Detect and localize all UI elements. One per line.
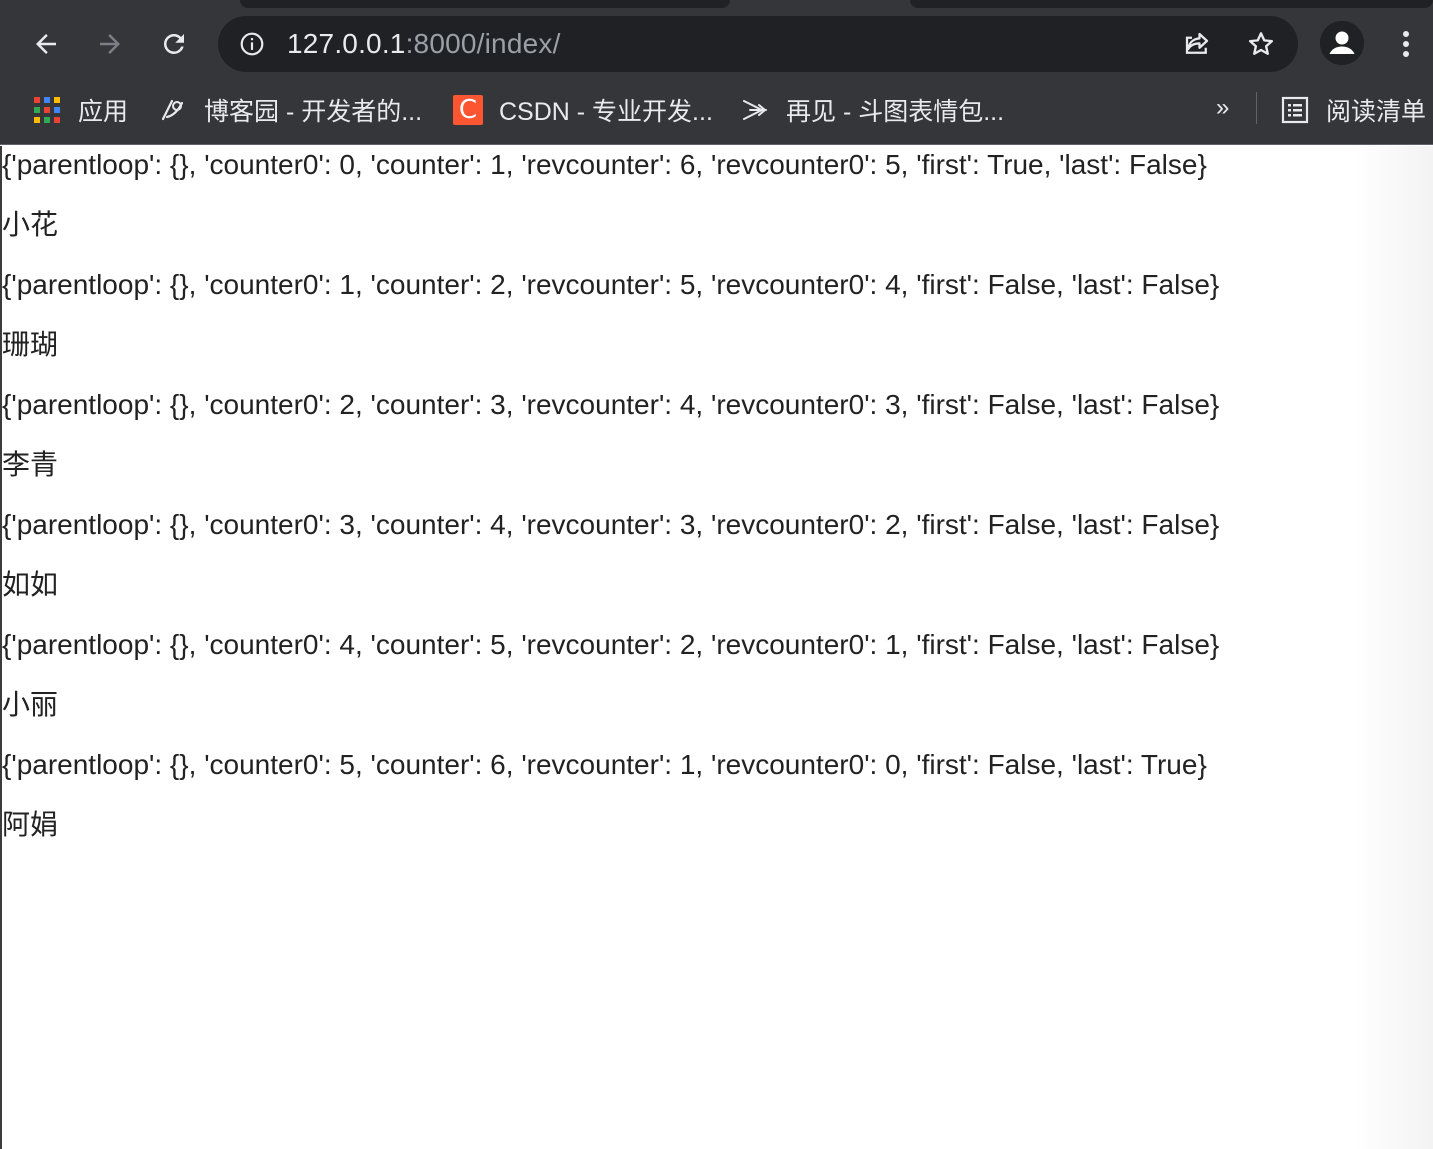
loop-info-line: {'parentloop': {}, 'counter0': 3, 'count…	[2, 509, 1220, 540]
loop-info-line: {'parentloop': {}, 'counter0': 0, 'count…	[2, 149, 1207, 180]
csdn-icon: C	[453, 95, 483, 125]
cnblogs-icon	[158, 95, 188, 125]
name-line: 如如	[2, 569, 59, 600]
bookmark-label: 博客园 - 开发者的...	[204, 98, 423, 126]
scroll-edge-shadow	[1353, 146, 1433, 1149]
bookmark-doutu[interactable]: 再见 - 斗图表情包...	[740, 90, 1004, 130]
bookmark-star-button[interactable]	[1245, 28, 1277, 60]
browser-chrome: 127.0.0.1:8000/index/ 应用 博客园 - 开发者的... C…	[0, 0, 1433, 145]
tab-strip-edge	[910, 0, 1433, 8]
bookmark-label: 再见 - 斗图表情包...	[786, 98, 1005, 126]
bookmark-cnblogs[interactable]: 博客园 - 开发者的...	[158, 90, 422, 130]
site-info-button[interactable]	[238, 30, 266, 58]
loop-info-line: {'parentloop': {}, 'counter0': 4, 'count…	[2, 629, 1220, 660]
arrow-left-icon	[36, 34, 56, 54]
person-icon	[1320, 21, 1364, 65]
name-line: 小丽	[2, 689, 59, 720]
name-line: 小花	[2, 209, 59, 240]
share-button[interactable]	[1181, 28, 1213, 60]
profile-button[interactable]	[1320, 21, 1364, 65]
share-icon	[1185, 32, 1209, 54]
loop-info-line: {'parentloop': {}, 'counter0': 1, 'count…	[2, 269, 1220, 300]
apps-grid-icon	[32, 95, 62, 125]
reading-list-icon	[1280, 95, 1310, 125]
reading-list-button[interactable]: 阅读清单	[1280, 90, 1426, 130]
reading-list-label: 阅读清单	[1326, 98, 1427, 126]
bookmark-csdn[interactable]: C CSDN - 专业开发...	[453, 90, 713, 130]
bookmark-label: CSDN - 专业开发...	[499, 98, 713, 126]
forward-button[interactable]	[88, 22, 132, 66]
bookmarks-overflow-button[interactable]: »	[1216, 94, 1229, 122]
name-line: 珊瑚	[2, 329, 59, 360]
reload-icon	[163, 33, 184, 54]
name-line: 阿娟	[2, 809, 59, 840]
doutu-icon	[740, 95, 770, 125]
bookmark-apps[interactable]: 应用	[32, 90, 128, 130]
tab-strip-edge	[240, 0, 730, 8]
reload-button[interactable]	[152, 22, 196, 66]
back-button[interactable]	[24, 22, 68, 66]
url-host: 127.0.0.1	[287, 28, 406, 59]
address-bar[interactable]: 127.0.0.1:8000/index/	[218, 16, 1298, 72]
page-content: {'parentloop': {}, 'counter0': 0, 'count…	[0, 146, 1433, 1149]
vertical-dots-icon	[1403, 31, 1409, 57]
url-text[interactable]: 127.0.0.1:8000/index/	[287, 26, 561, 62]
browser-menu-button[interactable]	[1388, 22, 1424, 66]
bookmarks-divider	[1256, 92, 1257, 124]
bookmark-label: 应用	[78, 98, 129, 126]
loop-info-line: {'parentloop': {}, 'counter0': 2, 'count…	[2, 389, 1220, 420]
name-line: 李青	[2, 449, 59, 480]
loop-info-line: {'parentloop': {}, 'counter0': 5, 'count…	[2, 749, 1207, 780]
star-icon	[1248, 32, 1274, 55]
info-circle-icon	[240, 32, 264, 56]
arrow-right-icon	[100, 34, 120, 54]
url-path: :8000/index/	[405, 28, 561, 59]
